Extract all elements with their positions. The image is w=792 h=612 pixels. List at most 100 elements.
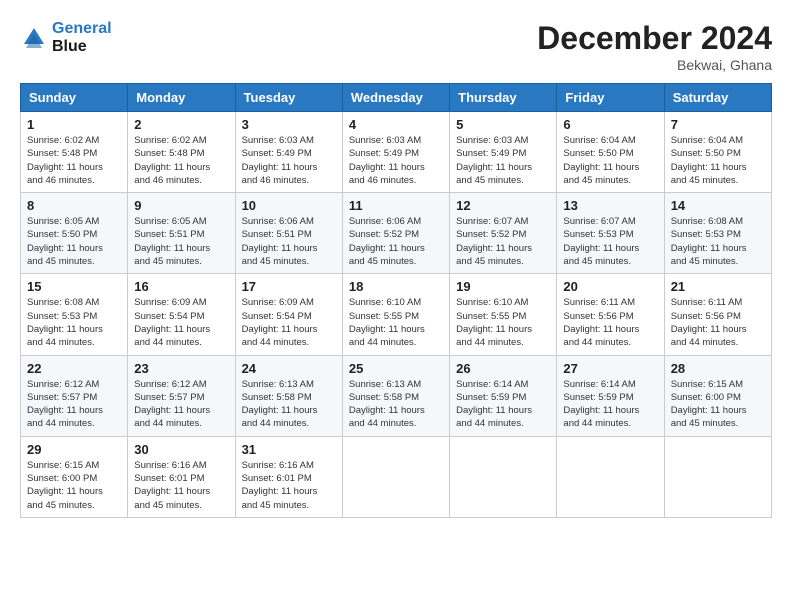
weekday-header-saturday: Saturday — [664, 84, 771, 112]
day-info: Sunrise: 6:07 AMSunset: 5:53 PMDaylight:… — [563, 215, 657, 268]
day-number: 22 — [27, 361, 121, 376]
day-info: Sunrise: 6:12 AMSunset: 5:57 PMDaylight:… — [27, 378, 121, 431]
day-number: 12 — [456, 198, 550, 213]
day-number: 16 — [134, 279, 228, 294]
calendar-day-30: 30 Sunrise: 6:16 AMSunset: 6:01 PMDayligh… — [128, 436, 235, 517]
day-info: Sunrise: 6:10 AMSunset: 5:55 PMDaylight:… — [456, 296, 550, 349]
logo-icon — [20, 24, 48, 52]
calendar-day-7: 7 Sunrise: 6:04 AMSunset: 5:50 PMDaylight… — [664, 112, 771, 193]
day-number: 8 — [27, 198, 121, 213]
empty-cell — [664, 436, 771, 517]
day-info: Sunrise: 6:12 AMSunset: 5:57 PMDaylight:… — [134, 378, 228, 431]
calendar-day-6: 6Sunrise: 6:04 AMSunset: 5:50 PMDaylight… — [557, 112, 664, 193]
day-info: Sunrise: 6:14 AMSunset: 5:59 PMDaylight:… — [456, 378, 550, 431]
calendar-day-4: 4 Sunrise: 6:03 AMSunset: 5:49 PMDaylight… — [342, 112, 449, 193]
weekday-header-wednesday: Wednesday — [342, 84, 449, 112]
weekday-header-friday: Friday — [557, 84, 664, 112]
day-number: 19 — [456, 279, 550, 294]
weekday-header-thursday: Thursday — [450, 84, 557, 112]
calendar-week-5: 29 Sunrise: 6:15 AMSunset: 6:00 PMDayligh… — [21, 436, 772, 517]
calendar-week-1: 1 Sunrise: 6:02 AMSunset: 5:48 PMDaylight… — [21, 112, 772, 193]
day-info: Sunrise: 6:02 AMSunset: 5:48 PMDaylight:… — [27, 134, 121, 187]
day-number: 31 — [242, 442, 336, 457]
location: Bekwai, Ghana — [537, 57, 772, 73]
day-info: Sunrise: 6:16 AMSunset: 6:01 PMDaylight:… — [134, 459, 228, 512]
calendar-table: SundayMondayTuesdayWednesdayThursdayFrid… — [20, 83, 772, 518]
empty-cell — [450, 436, 557, 517]
calendar-day-29: 29 Sunrise: 6:15 AMSunset: 6:00 PMDayligh… — [21, 436, 128, 517]
empty-cell — [557, 436, 664, 517]
calendar-day-18: 18Sunrise: 6:10 AMSunset: 5:55 PMDayligh… — [342, 274, 449, 355]
day-number: 26 — [456, 361, 550, 376]
day-info: Sunrise: 6:11 AMSunset: 5:56 PMDaylight:… — [671, 296, 765, 349]
day-number: 5 — [456, 117, 550, 132]
calendar-day-26: 26 Sunrise: 6:14 AMSunset: 5:59 PMDayligh… — [450, 355, 557, 436]
calendar-week-2: 8Sunrise: 6:05 AMSunset: 5:50 PMDaylight… — [21, 193, 772, 274]
day-info: Sunrise: 6:14 AMSunset: 5:59 PMDaylight:… — [563, 378, 657, 431]
day-number: 30 — [134, 442, 228, 457]
calendar-day-23: 23Sunrise: 6:12 AMSunset: 5:57 PMDayligh… — [128, 355, 235, 436]
day-info: Sunrise: 6:03 AMSunset: 5:49 PMDaylight:… — [349, 134, 443, 187]
day-number: 1 — [27, 117, 121, 132]
day-info: Sunrise: 6:13 AMSunset: 5:58 PMDaylight:… — [242, 378, 336, 431]
day-number: 10 — [242, 198, 336, 213]
page-header: General Blue December 2024 Bekwai, Ghana — [20, 20, 772, 73]
calendar-day-14: 14 Sunrise: 6:08 AMSunset: 5:53 PMDayligh… — [664, 193, 771, 274]
day-info: Sunrise: 6:10 AMSunset: 5:55 PMDaylight:… — [349, 296, 443, 349]
day-info: Sunrise: 6:09 AMSunset: 5:54 PMDaylight:… — [134, 296, 228, 349]
day-number: 13 — [563, 198, 657, 213]
day-number: 4 — [349, 117, 443, 132]
day-info: Sunrise: 6:08 AMSunset: 5:53 PMDaylight:… — [671, 215, 765, 268]
empty-cell — [342, 436, 449, 517]
day-number: 25 — [349, 361, 443, 376]
calendar-day-1: 1 Sunrise: 6:02 AMSunset: 5:48 PMDaylight… — [21, 112, 128, 193]
day-info: Sunrise: 6:15 AMSunset: 6:00 PMDaylight:… — [671, 378, 765, 431]
weekday-header-monday: Monday — [128, 84, 235, 112]
calendar-day-17: 17 Sunrise: 6:09 AMSunset: 5:54 PMDayligh… — [235, 274, 342, 355]
day-info: Sunrise: 6:02 AMSunset: 5:48 PMDaylight:… — [134, 134, 228, 187]
day-info: Sunrise: 6:16 AMSunset: 6:01 PMDaylight:… — [242, 459, 336, 512]
calendar-day-27: 27 Sunrise: 6:14 AMSunset: 5:59 PMDayligh… — [557, 355, 664, 436]
day-number: 3 — [242, 117, 336, 132]
logo-text: General Blue — [52, 20, 112, 56]
weekday-header-tuesday: Tuesday — [235, 84, 342, 112]
calendar-day-24: 24Sunrise: 6:13 AMSunset: 5:58 PMDayligh… — [235, 355, 342, 436]
day-number: 29 — [27, 442, 121, 457]
day-number: 11 — [349, 198, 443, 213]
day-info: Sunrise: 6:13 AMSunset: 5:58 PMDaylight:… — [349, 378, 443, 431]
calendar-day-8: 8Sunrise: 6:05 AMSunset: 5:50 PMDaylight… — [21, 193, 128, 274]
day-info: Sunrise: 6:06 AMSunset: 5:51 PMDaylight:… — [242, 215, 336, 268]
day-info: Sunrise: 6:09 AMSunset: 5:54 PMDaylight:… — [242, 296, 336, 349]
day-number: 27 — [563, 361, 657, 376]
day-info: Sunrise: 6:15 AMSunset: 6:00 PMDaylight:… — [27, 459, 121, 512]
calendar-day-31: 31 Sunrise: 6:16 AMSunset: 6:01 PMDayligh… — [235, 436, 342, 517]
day-info: Sunrise: 6:04 AMSunset: 5:50 PMDaylight:… — [671, 134, 765, 187]
day-info: Sunrise: 6:11 AMSunset: 5:56 PMDaylight:… — [563, 296, 657, 349]
day-number: 28 — [671, 361, 765, 376]
day-number: 17 — [242, 279, 336, 294]
weekday-header-sunday: Sunday — [21, 84, 128, 112]
day-number: 7 — [671, 117, 765, 132]
calendar-day-21: 21 Sunrise: 6:11 AMSunset: 5:56 PMDayligh… — [664, 274, 771, 355]
calendar-day-15: 15Sunrise: 6:08 AMSunset: 5:53 PMDayligh… — [21, 274, 128, 355]
title-area: December 2024 Bekwai, Ghana — [537, 20, 772, 73]
day-number: 15 — [27, 279, 121, 294]
day-number: 21 — [671, 279, 765, 294]
calendar-day-28: 28 Sunrise: 6:15 AMSunset: 6:00 PMDayligh… — [664, 355, 771, 436]
calendar-header-row: SundayMondayTuesdayWednesdayThursdayFrid… — [21, 84, 772, 112]
calendar-day-25: 25 Sunrise: 6:13 AMSunset: 5:58 PMDayligh… — [342, 355, 449, 436]
calendar-day-19: 19 Sunrise: 6:10 AMSunset: 5:55 PMDayligh… — [450, 274, 557, 355]
day-info: Sunrise: 6:03 AMSunset: 5:49 PMDaylight:… — [242, 134, 336, 187]
calendar-day-12: 12Sunrise: 6:07 AMSunset: 5:52 PMDayligh… — [450, 193, 557, 274]
calendar-day-10: 10 Sunrise: 6:06 AMSunset: 5:51 PMDayligh… — [235, 193, 342, 274]
day-info: Sunrise: 6:06 AMSunset: 5:52 PMDaylight:… — [349, 215, 443, 268]
day-info: Sunrise: 6:05 AMSunset: 5:51 PMDaylight:… — [134, 215, 228, 268]
calendar-day-22: 22 Sunrise: 6:12 AMSunset: 5:57 PMDayligh… — [21, 355, 128, 436]
calendar-day-5: 5 Sunrise: 6:03 AMSunset: 5:49 PMDaylight… — [450, 112, 557, 193]
day-number: 6 — [563, 117, 657, 132]
day-number: 9 — [134, 198, 228, 213]
day-number: 20 — [563, 279, 657, 294]
day-info: Sunrise: 6:03 AMSunset: 5:49 PMDaylight:… — [456, 134, 550, 187]
calendar-week-3: 15Sunrise: 6:08 AMSunset: 5:53 PMDayligh… — [21, 274, 772, 355]
day-number: 14 — [671, 198, 765, 213]
